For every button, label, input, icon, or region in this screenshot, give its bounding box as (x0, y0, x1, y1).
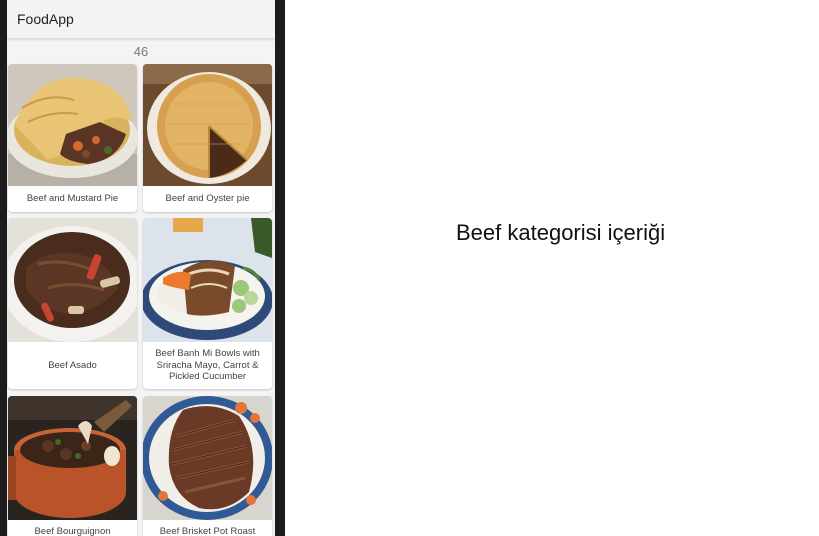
meal-name: Beef Bourguignon (34, 526, 111, 536)
meal-card[interactable]: Beef Banh Mi Bowls with Sriracha Mayo, C… (143, 218, 272, 389)
app-title: FoodApp (17, 11, 74, 27)
meal-card[interactable]: Beef and Mustard Pie (8, 64, 137, 212)
app-screen: FoodApp 46 Beef and Mustard Pie Beef and… (7, 0, 275, 536)
category-caption: Beef kategorisi içeriği (456, 220, 666, 245)
app-bar: FoodApp (7, 0, 275, 39)
meal-image (143, 396, 272, 520)
meal-name: Beef Asado (48, 360, 97, 371)
meal-card[interactable]: Beef Bourguignon (8, 396, 137, 536)
meal-name: Beef and Mustard Pie (26, 193, 119, 204)
meal-name: Beef Banh Mi Bowls with Sriracha Mayo, C… (155, 348, 260, 382)
meal-name: Beef Brisket Pot Roast (159, 526, 256, 536)
meal-card[interactable]: Beef Brisket Pot Roast (143, 396, 272, 536)
meal-card[interactable]: Beef and Oyster pie (143, 64, 272, 212)
phone-frame: FoodApp 46 Beef and Mustard Pie Beef and… (0, 0, 285, 536)
meal-name: Beef and Oyster pie (165, 193, 250, 204)
meal-count: 46 (133, 44, 149, 59)
meal-image (8, 396, 137, 520)
meal-image (8, 64, 137, 186)
meal-image (8, 218, 137, 342)
meal-card[interactable]: Beef Asado (8, 218, 137, 389)
page: FoodApp 46 Beef and Mustard Pie Beef and… (0, 0, 819, 536)
meal-image (143, 64, 272, 186)
meal-image (143, 218, 272, 342)
